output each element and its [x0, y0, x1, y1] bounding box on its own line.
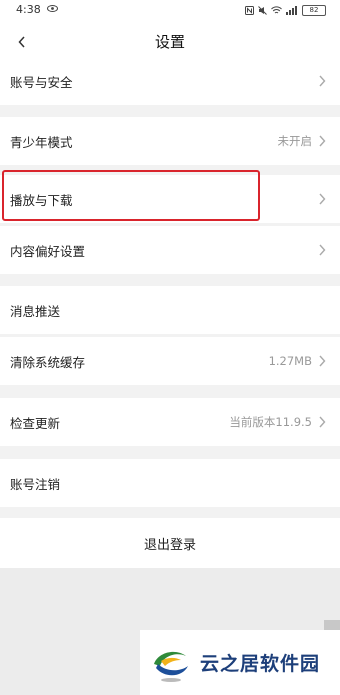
site-logo — [151, 642, 191, 683]
account-security-row[interactable]: 账号与安全 — [0, 57, 340, 105]
chevron-right-icon — [319, 244, 326, 256]
teen-mode-row[interactable]: 青少年模式 未开启 — [0, 117, 340, 165]
row-label: 青少年模式 — [10, 134, 73, 150]
status-icons: 82 — [245, 4, 326, 16]
chevron-right-icon — [319, 355, 326, 367]
mute-icon — [258, 5, 267, 15]
account-deletion-row[interactable]: 账号注销 — [0, 459, 340, 507]
row-value: 当前版本11.9.5 — [229, 415, 312, 429]
chevron-right-icon — [319, 75, 326, 87]
row-value: 未开启 — [277, 134, 313, 148]
page-title: 设置 — [154, 33, 185, 51]
watermark: 云之居软件园 — [140, 630, 340, 695]
signal-icon — [286, 5, 297, 15]
logout-button[interactable]: 退出登录 — [0, 518, 340, 568]
chevron-right-icon — [319, 416, 326, 428]
clear-cache-row[interactable]: 清除系统缓存 1.27MB — [0, 337, 340, 385]
wifi-icon — [271, 5, 282, 13]
chevron-right-icon — [319, 193, 326, 205]
eye-icon — [47, 5, 58, 12]
status-time: 4:38 — [16, 3, 41, 16]
row-label: 账号注销 — [10, 476, 61, 492]
check-update-row[interactable]: 检查更新 当前版本11.9.5 — [0, 398, 340, 446]
header: 设置 — [0, 22, 340, 60]
row-label: 检查更新 — [10, 415, 61, 431]
nfc-icon — [245, 5, 254, 15]
logout-label: 退出登录 — [143, 537, 196, 553]
status-bar: 4:38 82 — [0, 0, 340, 22]
highlight-box — [2, 170, 260, 221]
row-label: 消息推送 — [10, 303, 61, 319]
chevron-right-icon — [319, 135, 326, 147]
row-label: 清除系统缓存 — [10, 354, 86, 370]
watermark-text: 云之居软件园 — [200, 653, 321, 675]
row-value: 1.27MB — [268, 354, 312, 368]
row-label: 内容偏好设置 — [10, 243, 86, 259]
message-push-row[interactable]: 消息推送 — [0, 286, 340, 334]
content-preference-row[interactable]: 内容偏好设置 — [0, 226, 340, 274]
row-label: 账号与安全 — [10, 74, 73, 90]
battery-icon: 82 — [302, 4, 326, 16]
